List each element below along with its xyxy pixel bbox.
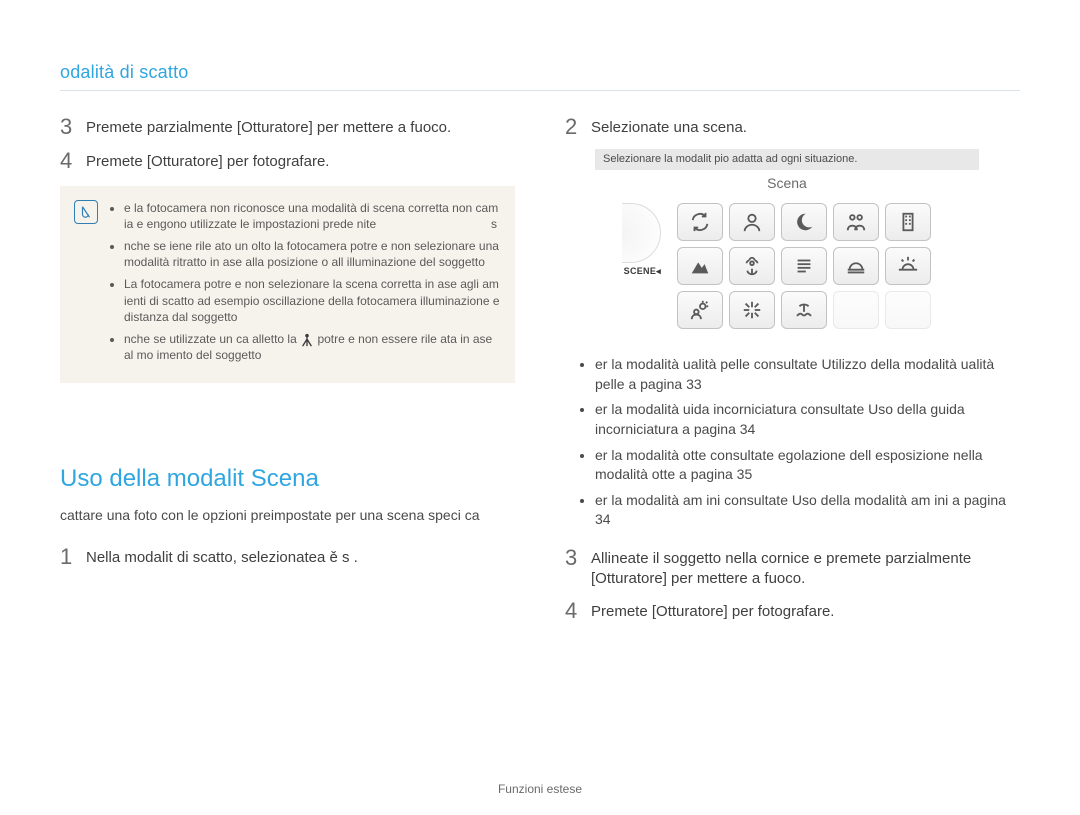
step-number: 1 bbox=[60, 545, 86, 569]
lcd-hint-bar: Selezionare la modalit pio adatta ad ogn… bbox=[595, 149, 979, 170]
note-box: e la fotocamera non riconosce una modali… bbox=[60, 186, 515, 384]
two-column-layout: 3 Premete parzialmente [Otturatore] per … bbox=[60, 115, 1020, 633]
building-icon[interactable] bbox=[885, 203, 931, 241]
right-column: 2 Selezionate una scena. Selezionare la … bbox=[565, 115, 1020, 633]
scene-mode-label: SCENE◂ bbox=[624, 265, 661, 277]
bullet-item: er la modalità uida incorniciatura consu… bbox=[595, 400, 1020, 439]
lcd-body: SCENE◂ bbox=[595, 199, 979, 341]
refresh-arrows-icon[interactable] bbox=[677, 203, 723, 241]
fireworks-icon[interactable] bbox=[729, 291, 775, 329]
step-3: 3 Allineate il soggetto nella cornice e … bbox=[565, 546, 1020, 590]
step-text: Allineate il soggetto nella cornice e pr… bbox=[591, 546, 1020, 590]
portrait-icon[interactable] bbox=[729, 203, 775, 241]
step-3: 3 Premete parzialmente [Otturatore] per … bbox=[60, 115, 515, 139]
section-header: odalità di scatto bbox=[60, 60, 1020, 91]
children-icon[interactable] bbox=[833, 203, 879, 241]
step-number: 3 bbox=[565, 546, 591, 570]
reference-bullets: er la modalità ualità pelle consultate U… bbox=[565, 355, 1020, 530]
step-2: 2 Selezionate una scena. bbox=[565, 115, 1020, 139]
dawn-rays-icon[interactable] bbox=[885, 247, 931, 285]
left-column: 3 Premete parzialmente [Otturatore] per … bbox=[60, 115, 515, 633]
mode-dial: SCENE◂ bbox=[601, 203, 667, 277]
camera-lcd: Selezionare la modalit pio adatta ad ogn… bbox=[595, 149, 979, 341]
moon-icon[interactable] bbox=[781, 203, 827, 241]
bullet-item: er la modalità am ini consultate Uso del… bbox=[595, 491, 1020, 530]
bullet-item: er la modalità ualità pelle consultate U… bbox=[595, 355, 1020, 394]
chevron-left-icon: ◂ bbox=[656, 266, 661, 276]
note-item: nche se iene rile ato un olto la fotocam… bbox=[124, 238, 501, 270]
note-content: e la fotocamera non riconosce una modali… bbox=[108, 200, 501, 370]
page-footer: Funzioni estese bbox=[0, 781, 1080, 797]
step-4: 4 Premete [Otturatore] per fotografare. bbox=[60, 149, 515, 173]
note-item: nche se utilizzate un ca alletto la bbox=[124, 331, 501, 363]
step-number: 4 bbox=[565, 599, 591, 623]
scene-icon-grid bbox=[667, 203, 931, 329]
text-lines-icon[interactable] bbox=[781, 247, 827, 285]
macro-flower-icon[interactable] bbox=[729, 247, 775, 285]
section-description: cattare una foto con le opzioni preimpos… bbox=[60, 506, 515, 526]
step-text: Selezionate una scena. bbox=[591, 115, 747, 138]
lcd-title: Scena bbox=[595, 170, 979, 199]
step-number: 2 bbox=[565, 115, 591, 139]
empty-slot bbox=[885, 291, 931, 329]
bullet-item: er la modalità otte consultate egolazion… bbox=[595, 446, 1020, 485]
step-text: Premete [Otturatore] per fotografare. bbox=[591, 599, 834, 622]
backlight-icon[interactable] bbox=[677, 291, 723, 329]
step-text: Premete [Otturatore] per fotografare. bbox=[86, 149, 329, 172]
dial-graphic bbox=[622, 203, 661, 263]
step-text: Premete parzialmente [Otturatore] per me… bbox=[86, 115, 451, 138]
note-item: e la fotocamera non riconosce una modali… bbox=[124, 200, 501, 232]
step-1: 1 Nella modalit di scatto, selezionatea … bbox=[60, 545, 515, 569]
step-text: Nella modalit di scatto, selezionatea ě … bbox=[86, 545, 358, 568]
step-number: 4 bbox=[60, 149, 86, 173]
note-item: La fotocamera potre e non selezionare la… bbox=[124, 276, 501, 325]
step-number: 3 bbox=[60, 115, 86, 139]
manual-page: odalità di scatto 3 Premete parzialmente… bbox=[0, 0, 1080, 815]
beach-icon[interactable] bbox=[781, 291, 827, 329]
note-info-icon bbox=[74, 200, 98, 224]
section-title: Uso della modalit Scena bbox=[60, 463, 515, 495]
sunset-icon[interactable] bbox=[833, 247, 879, 285]
step-4: 4 Premete [Otturatore] per fotografare. bbox=[565, 599, 1020, 623]
tripod-icon bbox=[300, 333, 314, 347]
landscape-icon[interactable] bbox=[677, 247, 723, 285]
empty-slot bbox=[833, 291, 879, 329]
note-letter: s bbox=[491, 216, 501, 232]
